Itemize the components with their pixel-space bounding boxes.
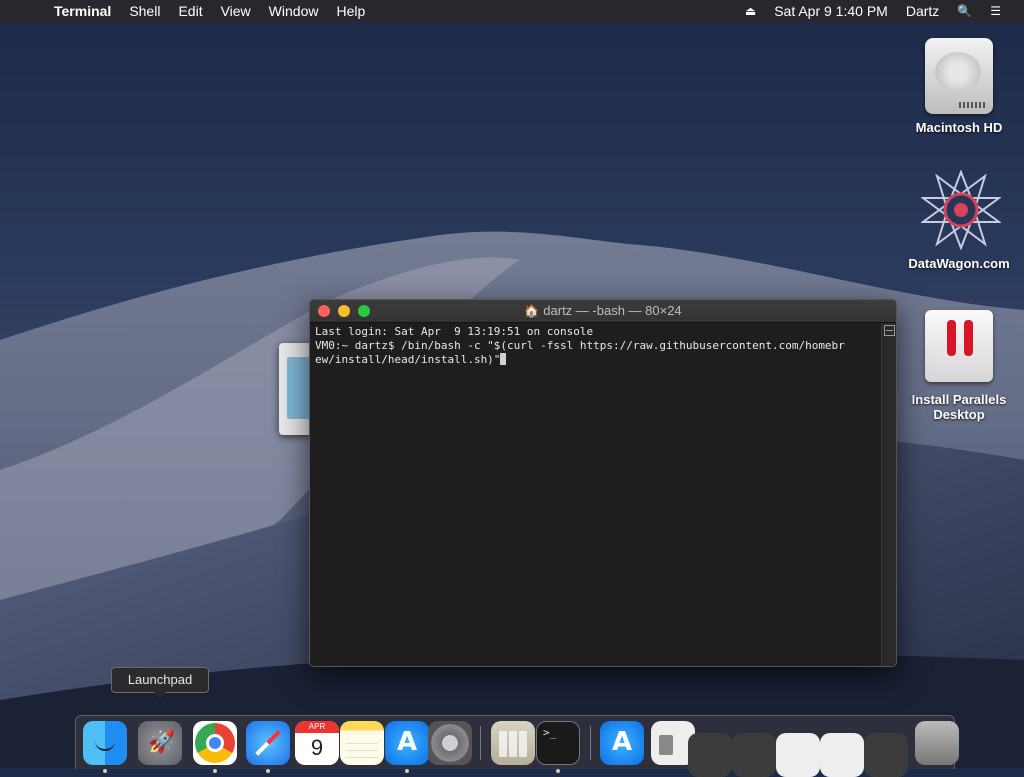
- dock-terminal[interactable]: [536, 721, 580, 773]
- dock-app-store[interactable]: [385, 721, 429, 773]
- dock-safari[interactable]: [246, 721, 290, 773]
- spotlight-search-icon[interactable]: 🔍: [948, 0, 981, 22]
- terminal-icon: [536, 721, 580, 765]
- app-store-icon: [600, 721, 644, 765]
- menu-window[interactable]: Window: [260, 0, 328, 22]
- dock-calendar[interactable]: APR 9: [295, 721, 339, 765]
- desktop-icon-label: DataWagon.com: [908, 256, 1010, 271]
- desktop-icon-install-parallels[interactable]: Install Parallels Desktop: [899, 306, 1019, 422]
- trash-icon: [915, 721, 959, 765]
- window-title-text: dartz — -bash — 80×24: [543, 303, 682, 318]
- running-indicator: [103, 769, 107, 773]
- split-pane-icon[interactable]: [884, 325, 895, 336]
- dock-chrome[interactable]: [193, 721, 237, 773]
- dock-system-preferences[interactable]: [428, 721, 472, 765]
- dock-minimized-window-3[interactable]: [776, 721, 820, 777]
- menu-bar: Terminal Shell Edit View Window Help ⏏ S…: [0, 0, 1024, 22]
- menu-shell[interactable]: Shell: [120, 0, 169, 22]
- finder-icon: [83, 721, 127, 765]
- window-title: 🏠 dartz — -bash — 80×24: [310, 300, 896, 322]
- dock-trash[interactable]: [908, 721, 959, 765]
- dock-separator: [480, 726, 481, 760]
- window-thumbnail-icon: [732, 733, 776, 777]
- dock-tooltip: Launchpad: [111, 667, 209, 699]
- window-thumbnail-icon: [864, 733, 908, 777]
- desktop-icon-label: Macintosh HD: [915, 120, 1003, 135]
- calendar-icon: APR 9: [295, 721, 339, 765]
- menu-view[interactable]: View: [212, 0, 260, 22]
- menu-help[interactable]: Help: [327, 0, 374, 22]
- dock-notes[interactable]: [340, 721, 384, 765]
- dock-minimized-window-2[interactable]: [732, 721, 776, 777]
- desktop-icon-datawagon[interactable]: DataWagon.com: [899, 170, 1019, 271]
- dock-minimized-window-1[interactable]: [688, 721, 732, 777]
- window-thumbnail-icon: [776, 733, 820, 777]
- dock-launchpad[interactable]: [138, 721, 182, 765]
- running-indicator: [213, 769, 217, 773]
- calendar-day: 9: [310, 735, 324, 760]
- menu-clock[interactable]: Sat Apr 9 1:40 PM: [765, 0, 897, 22]
- dock: APR 9: [75, 715, 959, 777]
- eject-icon[interactable]: ⏏: [736, 0, 765, 22]
- dock-minimized-window-4[interactable]: [820, 721, 864, 777]
- menu-edit[interactable]: Edit: [169, 0, 211, 22]
- terminal-line: VM0:~ dartz$ /bin/bash -c "$(curl -fssl …: [315, 339, 845, 352]
- running-indicator: [556, 769, 560, 773]
- terminal-titlebar[interactable]: 🏠 dartz — -bash — 80×24: [310, 300, 896, 323]
- datawagon-star-icon: [921, 170, 1001, 250]
- terminal-window[interactable]: 🏠 dartz — -bash — 80×24 Last login: Sat A…: [309, 299, 897, 667]
- calendar-month: APR: [295, 721, 339, 733]
- safari-compass-icon: [246, 721, 290, 765]
- parallels-installer-icon: [921, 306, 997, 386]
- dock-minimized-window-5[interactable]: [864, 721, 908, 777]
- running-indicator: [405, 769, 409, 773]
- running-indicator: [266, 769, 270, 773]
- window-thumbnail-icon: [688, 733, 732, 777]
- menu-app-terminal[interactable]: Terminal: [40, 0, 120, 22]
- window-thumbnail-icon: [820, 733, 864, 777]
- notification-center-icon[interactable]: ☰: [981, 0, 1010, 22]
- menu-user[interactable]: Dartz: [897, 0, 948, 22]
- notes-icon: [340, 721, 384, 765]
- dock-app-store-folder[interactable]: [600, 721, 644, 765]
- app-store-icon: [385, 721, 429, 765]
- chrome-icon: [193, 721, 237, 765]
- terminal-line-text: ew/install/head/install.sh)": [315, 353, 501, 366]
- launchpad-rocket-icon: [138, 721, 182, 765]
- terminal-line-last: ew/install/head/install.sh)": [315, 353, 877, 367]
- dock-file[interactable]: [644, 721, 695, 765]
- home-folder-icon: 🏠: [524, 304, 540, 318]
- spreadsheet-icon: [491, 721, 535, 765]
- dock-finder[interactable]: [83, 721, 127, 773]
- gear-icon: [428, 721, 472, 765]
- terminal-output[interactable]: Last login: Sat Apr 9 13:19:51 on consol…: [310, 323, 882, 666]
- terminal-line: Last login: Sat Apr 9 13:19:51 on consol…: [315, 325, 594, 338]
- hard-drive-icon: [921, 34, 997, 114]
- dock-separator: [590, 726, 591, 760]
- text-cursor: [500, 353, 507, 365]
- terminal-scrollbar[interactable]: [881, 323, 896, 666]
- desktop-icon-macintosh-hd[interactable]: Macintosh HD: [899, 34, 1019, 135]
- dock-numbers[interactable]: [491, 721, 535, 765]
- desktop-icon-label: Install Parallels Desktop: [911, 392, 1007, 422]
